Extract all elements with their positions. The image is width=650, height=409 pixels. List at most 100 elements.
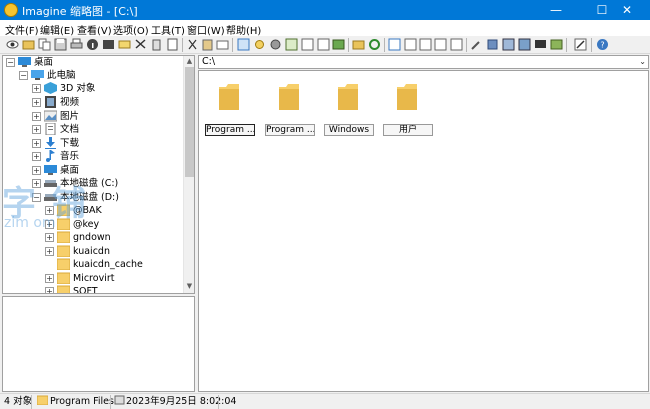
thumbnail-item[interactable]: Program ... xyxy=(203,71,259,141)
scissors-icon[interactable] xyxy=(186,38,199,51)
monitor-icon[interactable] xyxy=(534,38,547,51)
folder-icon xyxy=(56,231,71,244)
view-thumbnail-icon[interactable] xyxy=(237,38,250,51)
scroll-down-icon[interactable]: ▼ xyxy=(185,282,194,292)
thumbnail-item[interactable]: Program ... xyxy=(263,71,319,141)
expand-icon[interactable]: + xyxy=(32,125,41,134)
computer-icon xyxy=(31,69,44,81)
collapse-icon[interactable]: − xyxy=(19,71,28,80)
folder-up-icon[interactable] xyxy=(352,38,365,51)
status-datetime: 2023年9月25日 8:02:04 xyxy=(126,396,237,407)
expand-icon[interactable]: + xyxy=(45,287,54,293)
thumbnail-label: Windows xyxy=(324,124,374,136)
folder-icon xyxy=(56,204,71,217)
minimize-button[interactable]: — xyxy=(533,0,579,20)
collapse-icon[interactable]: − xyxy=(6,58,15,67)
plugin-icon[interactable] xyxy=(486,38,499,51)
folder-icon xyxy=(279,84,299,110)
menu-view[interactable]: 查看(V) xyxy=(77,22,112,37)
menu-window[interactable]: 窗口(W) xyxy=(187,22,225,37)
status-bar: 4 对象 Program Files 2023年9月25日 8:02:04 xyxy=(0,393,650,409)
thumbnail-item[interactable]: Windows xyxy=(322,71,378,141)
properties-icon[interactable] xyxy=(166,38,179,51)
info-icon[interactable] xyxy=(86,38,99,51)
rotate-icon[interactable] xyxy=(317,38,330,51)
expand-icon[interactable]: + xyxy=(32,98,41,107)
expand-icon[interactable]: + xyxy=(45,247,54,256)
copy-icon[interactable] xyxy=(38,38,51,51)
delete-icon[interactable] xyxy=(150,38,163,51)
edit-icon[interactable] xyxy=(574,38,587,51)
drive-icon xyxy=(44,191,57,203)
menu-edit[interactable]: 编辑(E) xyxy=(40,22,74,37)
expand-icon[interactable]: + xyxy=(32,179,41,188)
expand-icon[interactable]: + xyxy=(32,152,41,161)
save-icon[interactable] xyxy=(54,38,67,51)
menu-help[interactable]: 帮助(H) xyxy=(226,22,261,37)
slideshow-icon[interactable] xyxy=(102,38,115,51)
folder-open-icon[interactable] xyxy=(22,38,35,51)
folder-icon xyxy=(56,258,71,271)
eye-icon[interactable] xyxy=(6,38,19,51)
convert-icon[interactable] xyxy=(518,38,531,51)
folder-icon xyxy=(338,84,358,110)
menu-options[interactable]: 选项(O) xyxy=(113,22,149,37)
attributes-icon xyxy=(114,395,125,405)
brightness-icon[interactable] xyxy=(253,38,266,51)
scroll-thumb[interactable] xyxy=(185,67,194,177)
gear-icon[interactable] xyxy=(269,38,282,51)
folder-icon xyxy=(56,272,71,285)
thumbnail-view: Program ... Program ... Windows 用户 xyxy=(198,70,649,392)
view-small-icon[interactable] xyxy=(419,38,432,51)
thumbnail-item[interactable]: 用户 xyxy=(381,71,437,141)
batch-icon[interactable] xyxy=(502,38,515,51)
video-icon xyxy=(44,96,57,108)
thumbnail-label: Program ... xyxy=(205,124,255,136)
undo-icon[interactable] xyxy=(216,38,229,51)
thumbnail-label: 用户 xyxy=(383,124,433,136)
folder-icon xyxy=(36,395,49,406)
folder-icon xyxy=(56,218,71,231)
expand-icon[interactable]: + xyxy=(32,112,41,121)
close-button[interactable]: ✕ xyxy=(604,0,650,20)
mail-icon[interactable] xyxy=(118,38,131,51)
image-icon[interactable] xyxy=(332,38,345,51)
window-title: Imagine 缩略图 - [C:\] xyxy=(22,5,138,18)
expand-icon[interactable]: + xyxy=(45,233,54,242)
expand-icon[interactable]: + xyxy=(32,139,41,148)
folder-icon xyxy=(56,285,71,293)
expand-icon[interactable]: + xyxy=(45,220,54,229)
print-icon[interactable] xyxy=(70,38,83,51)
scroll-up-icon[interactable]: ▲ xyxy=(185,57,194,67)
chevron-down-icon[interactable]: ⌄ xyxy=(639,56,646,68)
expand-icon[interactable]: + xyxy=(45,206,54,215)
expand-icon[interactable]: + xyxy=(32,84,41,93)
wrench-icon[interactable] xyxy=(470,38,483,51)
view-list-icon[interactable] xyxy=(434,38,447,51)
paste-icon[interactable] xyxy=(201,38,214,51)
collapse-icon[interactable]: − xyxy=(32,193,41,202)
address-input[interactable]: C:\ xyxy=(202,56,215,68)
refresh-icon[interactable] xyxy=(368,38,381,51)
cut-icon[interactable] xyxy=(134,38,147,51)
download-icon xyxy=(44,137,57,149)
expand-icon[interactable]: + xyxy=(32,166,41,175)
view-medium-icon[interactable] xyxy=(404,38,417,51)
documents-icon xyxy=(44,122,57,136)
3d-objects-icon xyxy=(44,82,57,94)
pictures-icon xyxy=(43,110,58,122)
expand-icon[interactable]: + xyxy=(45,274,54,283)
help-icon[interactable]: ? xyxy=(596,38,609,51)
tree-scrollbar[interactable]: ▲ ▼ xyxy=(183,56,194,293)
view-large-icon[interactable] xyxy=(388,38,401,51)
menu-bar: 文件(F) 编辑(E) 查看(V) 选项(O) 工具(T) 窗口(W) 帮助(H… xyxy=(0,20,650,37)
zoom-fit-icon[interactable] xyxy=(301,38,314,51)
thumbnail-label: Program ... xyxy=(265,124,315,136)
photo-edit-icon[interactable] xyxy=(550,38,563,51)
view-details-icon[interactable] xyxy=(450,38,463,51)
address-bar[interactable]: C:\ ⌄ xyxy=(198,55,649,69)
menu-file[interactable]: 文件(F) xyxy=(5,22,39,37)
menu-tools[interactable]: 工具(T) xyxy=(151,22,185,37)
grid-icon[interactable] xyxy=(285,38,298,51)
preview-panel xyxy=(2,296,195,392)
